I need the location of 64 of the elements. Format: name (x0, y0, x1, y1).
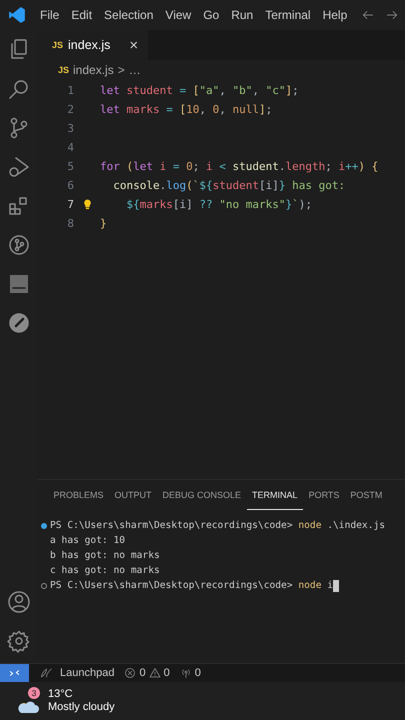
terminal-output: b has got: no marks (50, 550, 160, 561)
breadcrumb-file[interactable]: index.js (73, 63, 114, 77)
back-arrow-icon[interactable] (361, 8, 375, 22)
settings-icon[interactable] (7, 629, 31, 653)
menu-item[interactable]: Terminal (259, 6, 317, 24)
terminal-output: c has got: no marks (50, 565, 160, 576)
weather-condition: Mostly cloudy (48, 701, 115, 714)
menu-item[interactable]: View (159, 6, 198, 24)
lightbulb-icon[interactable] (82, 198, 92, 211)
command-status-icon[interactable] (41, 582, 47, 588)
terminal-output: a has got: 10 (50, 535, 126, 546)
menu-item[interactable]: Go (197, 6, 226, 24)
warning-icon (148, 667, 161, 679)
menu-item[interactable]: Selection (98, 6, 160, 24)
line-number: 6 (66, 179, 74, 192)
terminal-prompt: PS C:\Users\sharm\Desktop\recordings\code> node i (50, 580, 334, 591)
git-graph-icon[interactable] (7, 233, 31, 257)
terminal-prompt: PS C:\Users\sharm\Desktop\recordings\code> node .\index.js (50, 520, 386, 531)
launchpad-label[interactable]: Launchpad (60, 667, 114, 679)
line-number: 8 (66, 217, 74, 230)
warning-count[interactable]: 0 (164, 667, 170, 679)
breadcrumb-symbol[interactable]: … (128, 63, 141, 77)
breadcrumb-separator: > (118, 63, 125, 77)
code-line: ${marks[i] ?? "no marks"}`); (125, 198, 312, 211)
remote-button[interactable] (0, 664, 29, 682)
js-file-icon: JS (52, 40, 64, 50)
account-icon[interactable] (7, 590, 31, 614)
temperature: 13°C (48, 688, 74, 701)
code-line: let student = ["a", "b", "c"]; (100, 84, 299, 97)
code-line: for (let i = 0; i < student.length; i++) { (100, 160, 378, 173)
menu-item[interactable]: File (34, 6, 66, 24)
ports-count[interactable]: 0 (194, 667, 201, 679)
menu-item[interactable]: Help (316, 6, 354, 24)
code-line: let marks = [10, 0, null]; (100, 103, 272, 116)
line-number: 4 (66, 141, 74, 154)
broadcast-icon (180, 667, 192, 679)
panel-tab[interactable]: PROBLEMS (48, 480, 110, 510)
editor-tab[interactable]: JS index.js × (38, 30, 148, 60)
panel-tab[interactable]: OUTPUT (109, 480, 158, 510)
cloudy-weather-icon[interactable] (16, 699, 40, 715)
gauge-icon[interactable] (7, 311, 31, 335)
remote-icon (9, 668, 20, 678)
line-number: 7 (66, 198, 74, 211)
notification-badge: 3 (28, 687, 40, 699)
line-number: 1 (66, 84, 74, 97)
line-number: 5 (66, 160, 74, 173)
menu-item[interactable]: Edit (65, 6, 98, 24)
error-count[interactable]: 0 (139, 667, 146, 679)
panel-tab[interactable]: DEBUG CONSOLE (157, 480, 247, 510)
panel-tab[interactable]: PORTS (303, 480, 345, 510)
code-line: console.log(`${student[i]} has got: (112, 179, 346, 192)
error-icon (124, 667, 136, 679)
line-number: 3 (66, 122, 74, 135)
code-line: } (100, 217, 107, 230)
forward-arrow-icon[interactable] (385, 8, 399, 22)
command-status-icon[interactable] (41, 522, 47, 528)
close-icon[interactable]: × (129, 36, 138, 54)
app-logo-icon[interactable] (8, 6, 26, 24)
js-file-icon: JS (58, 65, 70, 75)
env-file-icon[interactable] (7, 272, 31, 296)
menu-item[interactable]: Run (225, 6, 260, 24)
panel-tab[interactable]: POSTM (344, 480, 388, 510)
line-number: 2 (66, 103, 74, 116)
panel-tab[interactable]: TERMINAL (246, 480, 304, 510)
